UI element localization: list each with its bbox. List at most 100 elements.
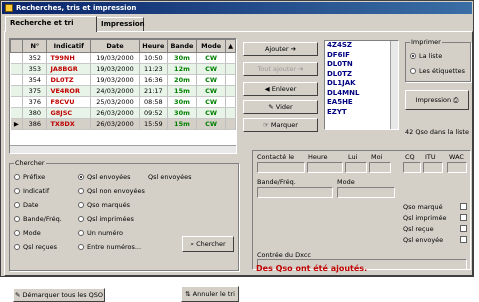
table-row[interactable]: 354 DL0TZ 19/03/2000 16:36 20m CW xyxy=(10,74,236,86)
mode-field xyxy=(337,187,395,198)
radio-label: Indicatif xyxy=(23,187,50,195)
table-row[interactable]: 380 G8JSC 26/03/2000 09:52 30m CW xyxy=(10,107,236,119)
check-label: Qso marqué xyxy=(403,203,443,211)
radio-off-icon xyxy=(78,202,84,208)
column-header[interactable]: Bande xyxy=(166,39,198,53)
radio-off-icon xyxy=(410,68,416,74)
table-row-current[interactable]: ▶ 386 TX8DX 26/03/2000 15:59 15m CW xyxy=(10,118,236,130)
radio-bande[interactable]: Bande/Fréq. xyxy=(14,215,62,223)
table-row[interactable]: 353 JA8BGR 19/03/2000 11:23 12m CW xyxy=(10,63,236,75)
table-row[interactable]: 375 VE4ROR 24/03/2000 21:17 15m CW xyxy=(10,85,236,97)
qso-number: 352 xyxy=(22,52,48,64)
band-cell: 15m xyxy=(167,85,198,97)
callsign-list[interactable]: 4Z4SZ DF6IF DL0TN DL0TZ DL1JAK DL4MNL EA… xyxy=(324,40,399,130)
mode-cell: CW xyxy=(196,74,227,86)
radio-qsl-recues[interactable]: Qsl reçues xyxy=(14,243,57,251)
broom-icon: ✎ xyxy=(268,103,274,111)
callsign-cell: G8JSC xyxy=(46,107,92,119)
bande-label: Bande/Fréq. xyxy=(257,178,296,186)
radio-label: Qsl envoyées xyxy=(87,173,131,181)
list-scrollbar[interactable] xyxy=(390,41,398,129)
heure-label: Heure xyxy=(308,153,328,161)
print-options-group: Imprimer La liste Les étiquettes xyxy=(405,38,471,82)
callsign-cell: T99NH xyxy=(46,52,92,64)
radio-date[interactable]: Date xyxy=(14,201,39,209)
band-cell: 30m xyxy=(167,96,198,108)
column-header[interactable]: Heure xyxy=(138,39,168,53)
radio-qso-marques[interactable]: Qso marqués xyxy=(78,201,130,209)
tab-recherche[interactable]: Recherche et tri xyxy=(5,16,97,32)
radio-mode[interactable]: Mode xyxy=(14,229,41,237)
search-button[interactable]: ⌕ Chercher xyxy=(182,236,234,252)
print-button[interactable]: Impression ⎙ xyxy=(405,90,469,110)
list-item[interactable]: EA5HE xyxy=(325,98,398,108)
unmark-label: Démarquer tous les QSO xyxy=(22,291,104,299)
moi-label: Moi xyxy=(371,153,383,161)
time-cell: 10:50 xyxy=(139,52,168,64)
print-group-label: Imprimer xyxy=(410,38,442,46)
column-header[interactable]: Indicatif xyxy=(46,39,92,53)
add-label: Ajouter xyxy=(264,45,289,53)
radio-qsl-envoyees[interactable]: Qsl envoyées xyxy=(78,173,131,181)
list-item[interactable]: DL4MNL xyxy=(325,89,398,99)
band-cell: 12m xyxy=(167,63,198,75)
radio-les-etiquettes[interactable]: Les étiquettes xyxy=(410,67,465,75)
list-item[interactable]: DL1JAK xyxy=(325,79,398,89)
table-row[interactable]: 376 F8CVU 25/03/2000 08:58 30m CW xyxy=(10,96,236,108)
horizontal-scrollbar[interactable] xyxy=(10,145,236,153)
column-header[interactable]: Date xyxy=(90,39,140,53)
radio-la-liste[interactable]: La liste xyxy=(410,52,442,60)
qsl-imprimee-checkbox[interactable] xyxy=(460,214,467,221)
qso-marque-checkbox[interactable] xyxy=(460,203,467,210)
qso-grid[interactable]: N° Indicatif Date Heure Bande Mode ▲ 352… xyxy=(9,38,237,154)
app-icon xyxy=(5,4,13,12)
scroll-up-arrow[interactable]: ▲ xyxy=(225,39,236,53)
radio-off-icon xyxy=(14,230,20,236)
table-row[interactable]: 352 T99NH 19/03/2000 10:50 30m CW xyxy=(10,52,236,64)
radio-qsl-imprimees[interactable]: Qsl imprimées xyxy=(78,215,134,223)
radio-entre-numeros[interactable]: Entre numéros... xyxy=(78,243,141,251)
window-title: Recherches, tris et impression xyxy=(16,4,137,12)
tab-impression[interactable]: Impression xyxy=(96,17,145,32)
printer-icon: ⎙ xyxy=(453,96,459,104)
time-cell: 11:23 xyxy=(139,63,168,75)
list-item[interactable]: DL0TN xyxy=(325,60,398,70)
radio-off-icon xyxy=(14,202,20,208)
check-label: Qsl reçue xyxy=(403,225,434,233)
column-header[interactable]: Mode xyxy=(196,39,227,53)
time-cell: 08:58 xyxy=(139,96,168,108)
clear-button[interactable]: ✎ Vider xyxy=(243,100,318,114)
add-button[interactable]: Ajouter ➔ xyxy=(243,42,318,56)
cancel-sort-button[interactable]: ⇅ Annuler le tri xyxy=(181,286,239,302)
list-item[interactable]: DL0TZ xyxy=(325,70,398,80)
arrow-left-icon: ◀ xyxy=(264,85,270,93)
qso-table: N° Indicatif Date Heure Bande Mode ▲ 352… xyxy=(9,39,236,130)
qsl-recue-checkbox[interactable] xyxy=(460,225,467,232)
qsl-envoyee-checkbox[interactable] xyxy=(460,236,467,243)
remove-label: Enlever xyxy=(271,85,297,93)
tab-panel: N° Indicatif Date Heure Bande Mode ▲ 352… xyxy=(4,31,473,302)
radio-label: Qsl imprimées xyxy=(87,215,134,223)
search-button-label: Chercher xyxy=(196,240,226,248)
unmark-all-button[interactable]: ✎ Démarquer tous les QSO xyxy=(13,288,105,302)
radio-off-icon xyxy=(78,244,84,250)
band-cell: 30m xyxy=(167,107,198,119)
column-header[interactable]: N° xyxy=(22,39,48,53)
radio-indicatif[interactable]: Indicatif xyxy=(14,187,49,195)
add-all-button: Tout ajouter ➔ xyxy=(243,62,318,76)
qso-number: 353 xyxy=(22,63,48,75)
row-marker xyxy=(10,107,24,119)
list-item[interactable]: EZYT xyxy=(325,108,398,118)
mark-button[interactable]: ☞ Marquer xyxy=(243,118,318,132)
arrow-right-icon: ➔ xyxy=(298,65,304,73)
list-item[interactable]: DF6IF xyxy=(325,51,398,61)
mode-cell: CW xyxy=(196,107,227,119)
add-all-label: Tout ajouter xyxy=(257,65,297,73)
remove-button[interactable]: ◀ Enlever xyxy=(243,82,318,96)
bande-field xyxy=(257,187,333,198)
radio-qsl-non-envoyees[interactable]: Qsl non envoyées xyxy=(78,187,145,195)
list-item[interactable]: 4Z4SZ xyxy=(325,41,398,51)
radio-un-numero[interactable]: Un numéro xyxy=(78,229,123,237)
radio-prefixe[interactable]: Préfixe xyxy=(14,173,45,181)
table-header-row: N° Indicatif Date Heure Bande Mode ▲ xyxy=(9,39,236,53)
